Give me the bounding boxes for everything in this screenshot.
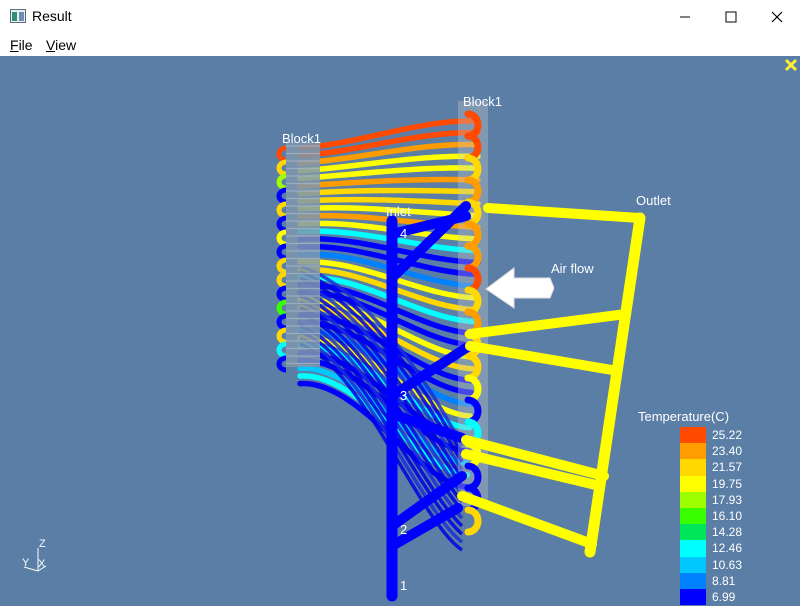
maximize-button[interactable]: [708, 0, 754, 33]
axis-x-label: X: [38, 558, 46, 570]
legend-swatch: [680, 540, 706, 557]
legend-swatch: [680, 427, 706, 444]
window-title: Result: [32, 8, 72, 24]
legend-swatch: [680, 572, 706, 589]
legend-row: 25.22: [680, 427, 780, 444]
maximize-icon: [725, 11, 737, 22]
legend-row: 10.63: [680, 556, 780, 573]
legend-swatch: [680, 475, 706, 492]
legend-swatch: [680, 588, 706, 606]
legend-swatch: [680, 491, 706, 508]
legend-row: 19.75: [680, 475, 780, 492]
legend-swatch: [680, 459, 706, 476]
left-bend: [276, 271, 287, 289]
legend-swatch: [680, 556, 706, 573]
legend-value: 6.99: [712, 589, 736, 604]
legend-value: 12.46: [712, 541, 743, 556]
legend-value: 17.93: [712, 492, 743, 507]
left-bend: [276, 159, 287, 177]
legend-swatch: [680, 524, 706, 541]
legend-value: 10.63: [712, 557, 743, 572]
inlet-branch: [387, 471, 467, 531]
outlet-branch: [465, 341, 617, 375]
pass-number-2: 2: [400, 522, 408, 537]
close-button[interactable]: [754, 0, 800, 33]
legend-row: 23.40: [680, 443, 780, 460]
legend-row: 6.99: [680, 588, 780, 606]
minimize-icon: [680, 16, 690, 17]
pass-number-4: 4: [400, 226, 408, 241]
heat-tube: [297, 176, 481, 189]
left-bend: [276, 243, 287, 261]
menu-file-label: ile: [18, 37, 33, 53]
legend-row: 8.81: [680, 572, 780, 589]
outlet-header: [584, 212, 646, 558]
legend-value: 19.75: [712, 476, 743, 491]
block-right-label: Block1: [463, 94, 503, 109]
legend-value: 25.22: [712, 428, 743, 442]
minimize-button[interactable]: [662, 0, 708, 33]
left-bend: [276, 299, 287, 317]
return-bend: [464, 506, 482, 536]
legend-value: 23.40: [712, 444, 743, 459]
air-flow-label: Air flow: [551, 261, 594, 276]
legend-row: 16.10: [680, 507, 780, 525]
legend-value: 16.10: [712, 508, 743, 523]
block-left-label: Block1: [282, 131, 322, 146]
corner-close-icon: [784, 58, 798, 72]
heat-tube: [297, 196, 481, 207]
left-bend: [276, 257, 287, 275]
pass-number-3: 3: [400, 388, 408, 403]
axis-y-label: Y: [22, 557, 30, 569]
air-flow-arrow: [485, 267, 555, 309]
legend-value: 14.28: [712, 525, 743, 540]
left-bend: [276, 173, 287, 191]
left-bend: [276, 201, 287, 219]
menu-bar: File View: [0, 33, 800, 56]
legend-title: Temperature(C): [638, 409, 730, 424]
menu-file[interactable]: File: [10, 37, 33, 53]
left-bend: [276, 327, 287, 345]
legend-row: 12.46: [680, 540, 780, 557]
outlet-branch: [465, 309, 631, 339]
left-bend: [276, 215, 287, 233]
legend-value: 8.81: [712, 573, 736, 588]
left-bend: [276, 355, 287, 373]
left-bend: [276, 313, 287, 331]
temperature-legend: 25.22 23.40 21.57 19.75 17.93 16.10 14.28 12.46…: [680, 427, 780, 606]
legend-value: 21.57: [712, 460, 743, 475]
outlet-label: Outlet: [636, 193, 671, 208]
close-icon: [771, 11, 783, 22]
axis-z-label: Z: [39, 538, 46, 550]
menu-view[interactable]: View: [46, 37, 76, 53]
menu-view-label: iew: [55, 37, 77, 53]
app-icon: [10, 9, 26, 23]
legend-row: 14.28: [680, 524, 780, 541]
menu-file-mnemonic: F: [10, 37, 19, 53]
inlet-label: Inlet: [386, 204, 411, 219]
left-bend: [276, 187, 287, 205]
outlet-branch: [457, 491, 597, 549]
left-bend: [276, 145, 287, 163]
viewport-3d[interactable]: Block1 Block1 Inlet Outlet Air flow 4 3 …: [0, 56, 800, 606]
outlet-branch: [483, 203, 645, 223]
heat-tube: [297, 187, 481, 197]
left-bend: [276, 229, 287, 247]
legend-swatch: [680, 507, 706, 525]
pass-number-1: 1: [400, 578, 408, 593]
legend-row: 21.57: [680, 459, 780, 476]
legend-swatch: [680, 443, 706, 460]
left-bend: [276, 285, 287, 303]
legend-row: 17.93: [680, 491, 780, 508]
left-bend: [276, 341, 287, 359]
menu-view-mnemonic: V: [46, 37, 56, 53]
title-bar: Result: [0, 0, 800, 33]
